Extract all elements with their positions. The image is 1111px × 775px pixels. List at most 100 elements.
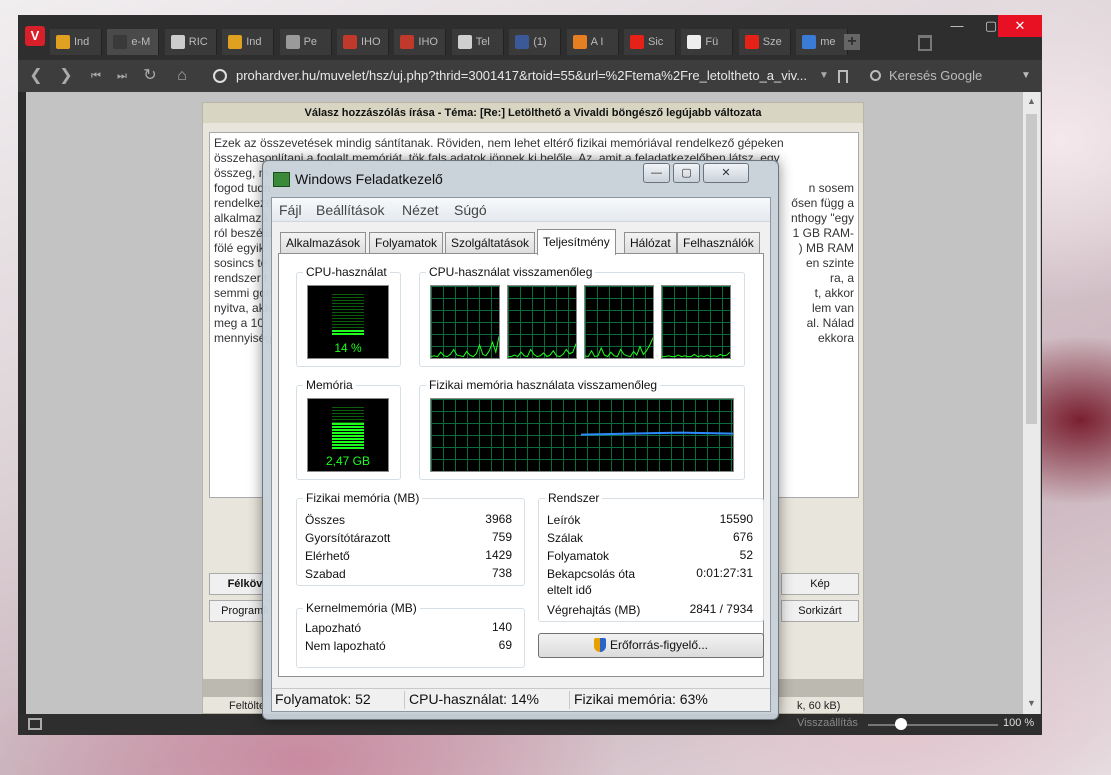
url-dropdown-icon[interactable]: ▼ <box>814 66 834 86</box>
rewind-icon[interactable]: ⏮ <box>86 66 106 86</box>
bookmark-icon[interactable] <box>838 70 848 83</box>
cpu-usage-meter: 14 % <box>307 285 389 359</box>
tm-close-icon[interactable]: ✕ <box>703 163 749 183</box>
browser-tab[interactable]: Sic <box>624 29 676 55</box>
browser-tab[interactable]: IHO <box>394 29 447 55</box>
scroll-down-icon[interactable]: ▼ <box>1026 698 1037 710</box>
textarea-line-end: nthogy "egy <box>791 211 854 225</box>
vivaldi-menu-icon[interactable]: V <box>25 26 45 46</box>
zoom-slider-handle[interactable] <box>895 718 907 730</box>
menu-options[interactable]: Beállítások <box>316 202 384 218</box>
tab-favicon-icon <box>744 35 759 49</box>
fast-forward-icon[interactable]: ⏭ <box>112 66 132 86</box>
browser-tab[interactable]: Pe <box>279 29 332 55</box>
cpu-core-graph <box>507 285 577 359</box>
stat-value: 140 <box>491 620 512 634</box>
tm-maximize-icon[interactable]: ▢ <box>673 163 700 183</box>
memory-history-graph <box>430 398 734 472</box>
browser-tab[interactable]: Ind <box>222 29 275 55</box>
globe-icon <box>213 69 227 83</box>
cpu-core-history-line <box>431 336 499 358</box>
tab-favicon-icon <box>56 35 70 49</box>
tab-processes[interactable]: Folyamatok <box>369 232 444 254</box>
browser-tab[interactable]: e-M <box>107 29 160 55</box>
resource-monitor-button[interactable]: Erőforrás-figyelő... <box>538 633 764 658</box>
browser-tab[interactable]: me <box>796 29 849 55</box>
minimize-window-icon[interactable]: — <box>940 15 974 37</box>
tab-favicon-icon <box>113 35 128 49</box>
browser-tab[interactable]: Ind <box>50 29 102 55</box>
textarea-line-text: sosincs te <box>214 256 268 270</box>
image-button[interactable]: Kép <box>781 573 859 595</box>
uac-shield-icon <box>593 638 606 652</box>
stat-name: Összes <box>305 513 346 527</box>
zoom-slider-track[interactable] <box>868 724 998 726</box>
tab-users[interactable]: Felhasználók <box>677 232 760 254</box>
page-scrollbar[interactable]: ▲ ▼ <box>1023 92 1040 714</box>
panel-toggle-icon[interactable] <box>28 718 42 730</box>
memory-history-label: Fizikai memória használata visszamenőleg <box>426 378 661 392</box>
tab-label: Tel <box>475 36 490 48</box>
stat-name: Szabad <box>305 567 346 581</box>
closed-tabs-trash-icon[interactable] <box>918 35 932 51</box>
tab-performance[interactable]: Teljesítmény <box>537 229 616 255</box>
system-group: Rendszer Leírók 15590 Szálak 676 Folyamatok 5… <box>538 491 764 622</box>
memory-history-line <box>580 431 733 436</box>
home-icon[interactable]: ⌂ <box>172 66 192 86</box>
task-manager-icon <box>273 172 290 187</box>
cpu-history-group: CPU-használat visszamenőleg <box>419 265 745 367</box>
browser-tab[interactable]: Fü <box>681 29 734 55</box>
system-label: Rendszer <box>545 491 603 505</box>
tab-favicon-icon <box>802 35 817 49</box>
tab-favicon-icon <box>630 35 644 49</box>
tab-label: e-M <box>131 36 151 48</box>
upload-label: Feltölte <box>229 700 266 712</box>
browser-tab[interactable]: Tel <box>451 29 504 55</box>
search-field[interactable]: Keresés Google ▼ <box>861 65 1036 87</box>
close-window-icon[interactable]: ✕ <box>998 15 1042 37</box>
tab-favicon-icon <box>687 35 702 49</box>
browser-tab[interactable]: (1) <box>509 29 562 55</box>
cpu-usage-value: 14 % <box>334 341 362 355</box>
tab-label: Pe <box>303 36 318 48</box>
search-engine-dropdown-icon[interactable]: ▼ <box>1021 65 1031 87</box>
textarea-line-text: meg a 10 <box>214 316 265 330</box>
tab-label: (1) <box>533 36 547 48</box>
stat-value: 15590 <box>719 512 753 526</box>
tab-favicon-icon <box>170 35 185 49</box>
browser-tab[interactable]: Sze <box>738 29 791 55</box>
reset-zoom-label[interactable]: Visszaállítás <box>797 717 858 729</box>
cpu-core-graph-plot <box>508 343 576 358</box>
stat-value: 2841 / 7934 <box>689 602 753 616</box>
textarea-line-end: lem van <box>811 301 854 315</box>
task-manager-client: Fájl Beállítások Nézet Súgó Alkalmazások… <box>271 197 771 712</box>
tm-minimize-icon[interactable]: — <box>643 163 670 183</box>
browser-tab[interactable]: A I <box>566 29 619 55</box>
address-bar: ❮ ❯ ⏮ ⏭ ↻ ⌂ prohardver.hu/muvelet/hsz/uj… <box>18 60 1042 92</box>
search-placeholder: Keresés Google <box>889 68 983 83</box>
forward-icon[interactable]: ❯ <box>56 66 76 86</box>
browser-tab[interactable]: RIC <box>164 29 217 55</box>
menu-file[interactable]: Fájl <box>279 202 302 218</box>
task-manager-window: Windows Feladatkezelő — ▢ ✕ Fájl Beállít… <box>262 160 779 720</box>
tab-label: Ind <box>74 36 90 48</box>
new-tab-icon[interactable]: + <box>844 34 860 50</box>
textarea-line-end: n sosem <box>808 181 854 195</box>
menu-view[interactable]: Nézet <box>402 202 439 218</box>
textarea-line-text: Ezek az összevetések mindig sántítanak. … <box>214 136 784 150</box>
tab-label: Ind <box>246 36 262 48</box>
justify-button[interactable]: Sorkizárt <box>781 600 859 622</box>
menu-help[interactable]: Súgó <box>454 202 487 218</box>
stat-value: 0:01:27:31 <box>696 566 753 580</box>
scroll-thumb[interactable] <box>1026 114 1037 424</box>
back-icon[interactable]: ❮ <box>26 66 46 86</box>
tab-services[interactable]: Szolgáltatások <box>445 232 536 254</box>
scroll-up-icon[interactable]: ▲ <box>1026 96 1037 108</box>
url-field[interactable]: prohardver.hu/muvelet/hsz/uj.php?thrid=3… <box>206 65 836 87</box>
tab-applications[interactable]: Alkalmazások <box>280 232 367 254</box>
tab-favicon-icon <box>572 35 587 49</box>
browser-tab[interactable]: IHO <box>337 29 389 55</box>
tab-bar: V Ind e-M RIC Ind Pe IHO IHO Tel (1) A I Sic Fü Sze m… <box>18 15 1042 60</box>
tab-networking[interactable]: Hálózat <box>624 232 677 254</box>
reload-icon[interactable]: ↻ <box>140 66 160 86</box>
